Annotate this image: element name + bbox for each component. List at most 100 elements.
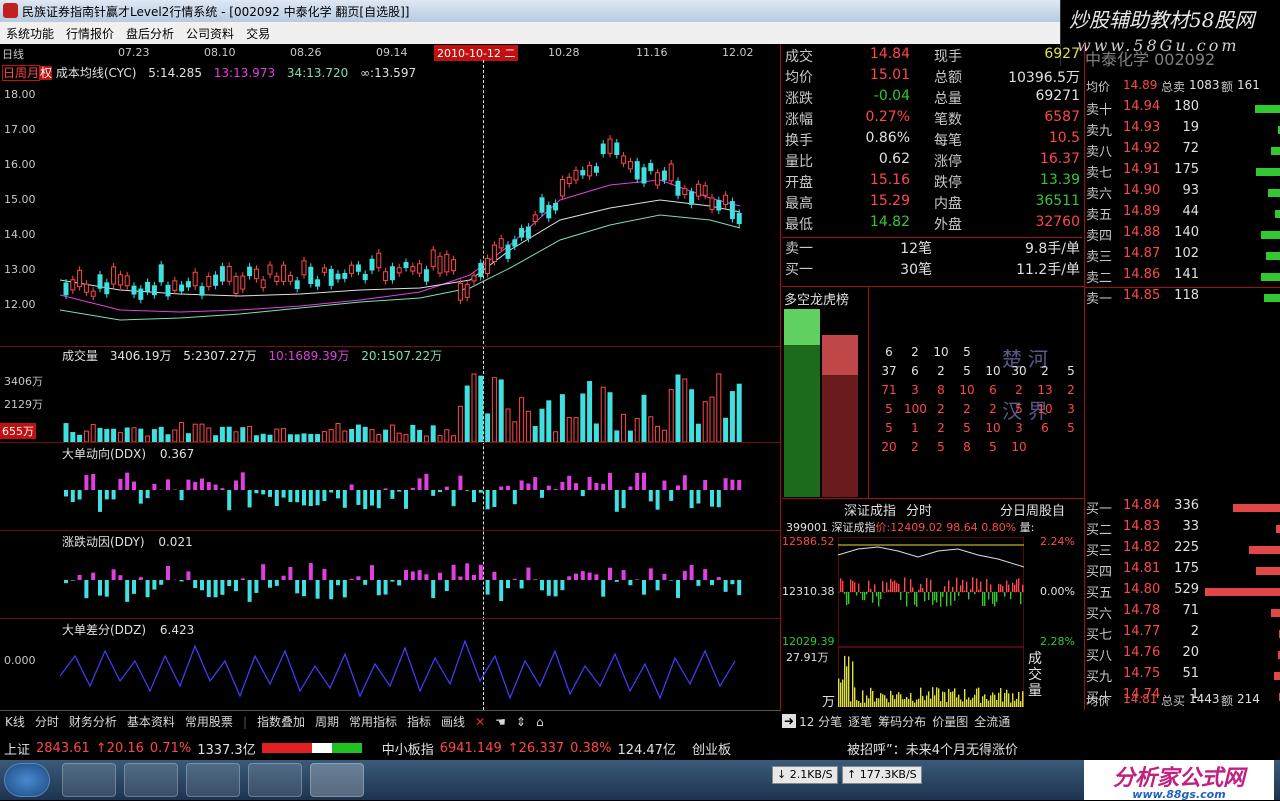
ask-row[interactable]: 卖三14.87102 — [1085, 246, 1280, 267]
indicator-bar — [363, 490, 367, 509]
tool-tick-by-tick[interactable]: 逐笔 — [845, 713, 875, 730]
bid-row[interactable]: 买一14.84336 — [1085, 498, 1280, 519]
tool-index-overlay[interactable]: 指数叠加 — [252, 713, 310, 730]
kline-chart-area[interactable]: 日线 07.23 08.10 08.26 09.14 2010-10-12 二 … — [0, 44, 781, 710]
amount-label: 额 — [1221, 692, 1233, 709]
dk-cell: 5 — [1008, 402, 1030, 416]
bid-row[interactable]: 买五14.80529 — [1085, 582, 1280, 603]
candle-body — [377, 253, 381, 268]
volume-bar — [554, 432, 558, 442]
ask-row[interactable]: 卖八14.9272 — [1085, 141, 1280, 162]
mini-osc-bar — [1020, 592, 1021, 604]
news-ticker[interactable]: 被招呼”：未来4个月无得涨价 — [847, 739, 1018, 758]
bid-row[interactable]: 买三14.82225 — [1085, 540, 1280, 561]
tool-price-volume[interactable]: 价量图 — [929, 713, 971, 730]
sh-pct: 0.71% — [150, 741, 191, 756]
tool-indicator[interactable]: 指标 — [402, 713, 436, 730]
indicator-bar — [316, 580, 320, 599]
indicator-bar — [363, 580, 367, 585]
volume-bar — [737, 384, 741, 442]
bid-row[interactable]: 买七14.772 — [1085, 624, 1280, 645]
bid-row[interactable]: 买四14.81175 — [1085, 561, 1280, 582]
mini-tab-right[interactable]: 分日周股自 — [1000, 500, 1065, 519]
volume-bar — [234, 432, 238, 442]
menu-item-system[interactable]: 系统功能 — [0, 25, 60, 42]
app-taskbar-icon[interactable] — [310, 763, 364, 797]
rights-tag[interactable]: 权 — [40, 66, 52, 80]
quote-value: 69271 — [1035, 88, 1080, 104]
ie-icon[interactable] — [62, 763, 116, 797]
mini-tab-fs[interactable]: 分时 — [906, 500, 932, 519]
updown-icon[interactable]: ⇕ — [511, 715, 531, 729]
indicator-bar — [438, 573, 442, 580]
mini-volume-bar — [948, 689, 949, 707]
mini-osc-bar — [890, 579, 891, 592]
tool-kline[interactable]: K线 — [0, 713, 30, 730]
dk-title: 多空龙虎榜 — [784, 289, 849, 308]
ask-row[interactable]: 卖七14.91175 — [1085, 162, 1280, 183]
bid-row[interactable]: 买八14.7620 — [1085, 645, 1280, 666]
candle-body — [472, 276, 476, 281]
tool-common-indicators[interactable]: 常用指标 — [344, 713, 402, 730]
tool-ticks[interactable]: 12 分笔 — [796, 713, 845, 730]
tool-favorites[interactable]: 常用股票 — [180, 713, 238, 730]
candle-body — [608, 139, 612, 153]
ask-row[interactable]: 卖一14.85118 — [1085, 288, 1280, 309]
qq-icon[interactable] — [186, 763, 240, 797]
volume-bar — [98, 428, 102, 442]
ask-row[interactable]: 卖四14.88140 — [1085, 225, 1280, 246]
bid-row[interactable]: 买二14.8333 — [1085, 519, 1280, 540]
start-button[interactable] — [4, 763, 50, 797]
mini-osc-bar — [918, 590, 919, 592]
folder-icon[interactable] — [124, 763, 178, 797]
volume-bar — [533, 427, 537, 442]
menu-item-analysis[interactable]: 盘后分析 — [120, 25, 180, 42]
volume-bar — [316, 435, 320, 442]
volume-bar — [139, 429, 143, 442]
mini-osc-bar — [986, 579, 987, 592]
tool-basic-info[interactable]: 基本资料 — [122, 713, 180, 730]
indicator-bar — [574, 483, 578, 490]
ask-row[interactable]: 卖九14.9319 — [1085, 120, 1280, 141]
mini-osc-bar — [858, 583, 859, 592]
volume-bar — [384, 430, 388, 442]
menu-item-trade[interactable]: 交易 — [240, 25, 276, 42]
ask-row[interactable]: 卖五14.8944 — [1085, 204, 1280, 225]
app-logo-icon — [3, 3, 18, 18]
tool-timeshare[interactable]: 分时 — [30, 713, 64, 730]
menu-item-quote[interactable]: 行情报价 — [60, 25, 120, 42]
volume-bar — [703, 402, 707, 442]
level-qty: 118 — [1161, 288, 1199, 303]
volume-bar — [479, 376, 483, 442]
ask-row[interactable]: 卖十14.94180 — [1085, 99, 1280, 120]
sell1-avg: 9.8手/单 — [1025, 238, 1080, 258]
tool-draw-line[interactable]: 画线 — [436, 713, 470, 730]
close-icon[interactable]: ✕ — [470, 715, 490, 729]
arrow-right-icon[interactable]: ➜ — [782, 714, 796, 728]
tool-float[interactable]: 全流通 — [971, 713, 1013, 730]
indicator-bar — [275, 490, 279, 506]
ask-row[interactable]: 卖二14.86141 — [1085, 267, 1280, 288]
candle-body — [506, 245, 510, 258]
quote-value: 6587 — [1044, 109, 1080, 125]
lock-icon[interactable]: ⌂ — [531, 715, 549, 729]
candlestick-plot — [60, 80, 780, 348]
tool-period[interactable]: 周期 — [310, 713, 344, 730]
bid-row[interactable]: 买九14.7551 — [1085, 666, 1280, 687]
tool-finance[interactable]: 财务分析 — [64, 713, 122, 730]
indicator-bar — [193, 482, 197, 490]
mini-info: 399001 深证成指价:12409.02 98.64 0.80% 量: — [786, 519, 1034, 535]
mini-tab-title[interactable]: 深证成指 — [844, 500, 896, 519]
cards-icon[interactable] — [248, 763, 302, 797]
tool-chip[interactable]: 筹码分布 — [875, 713, 929, 730]
indicator-bar — [499, 580, 503, 601]
ask-row[interactable]: 卖六14.9093 — [1085, 183, 1280, 204]
hand-icon[interactable]: ☚ — [490, 715, 511, 729]
indicator-bar — [282, 490, 286, 498]
menu-item-company[interactable]: 公司资料 — [180, 25, 240, 42]
candle-body — [84, 284, 88, 292]
indicator-bar — [560, 580, 564, 590]
period-tabs[interactable]: 日周月 — [2, 65, 40, 81]
indicator-bar — [118, 575, 122, 580]
bid-row[interactable]: 买六14.7871 — [1085, 603, 1280, 624]
